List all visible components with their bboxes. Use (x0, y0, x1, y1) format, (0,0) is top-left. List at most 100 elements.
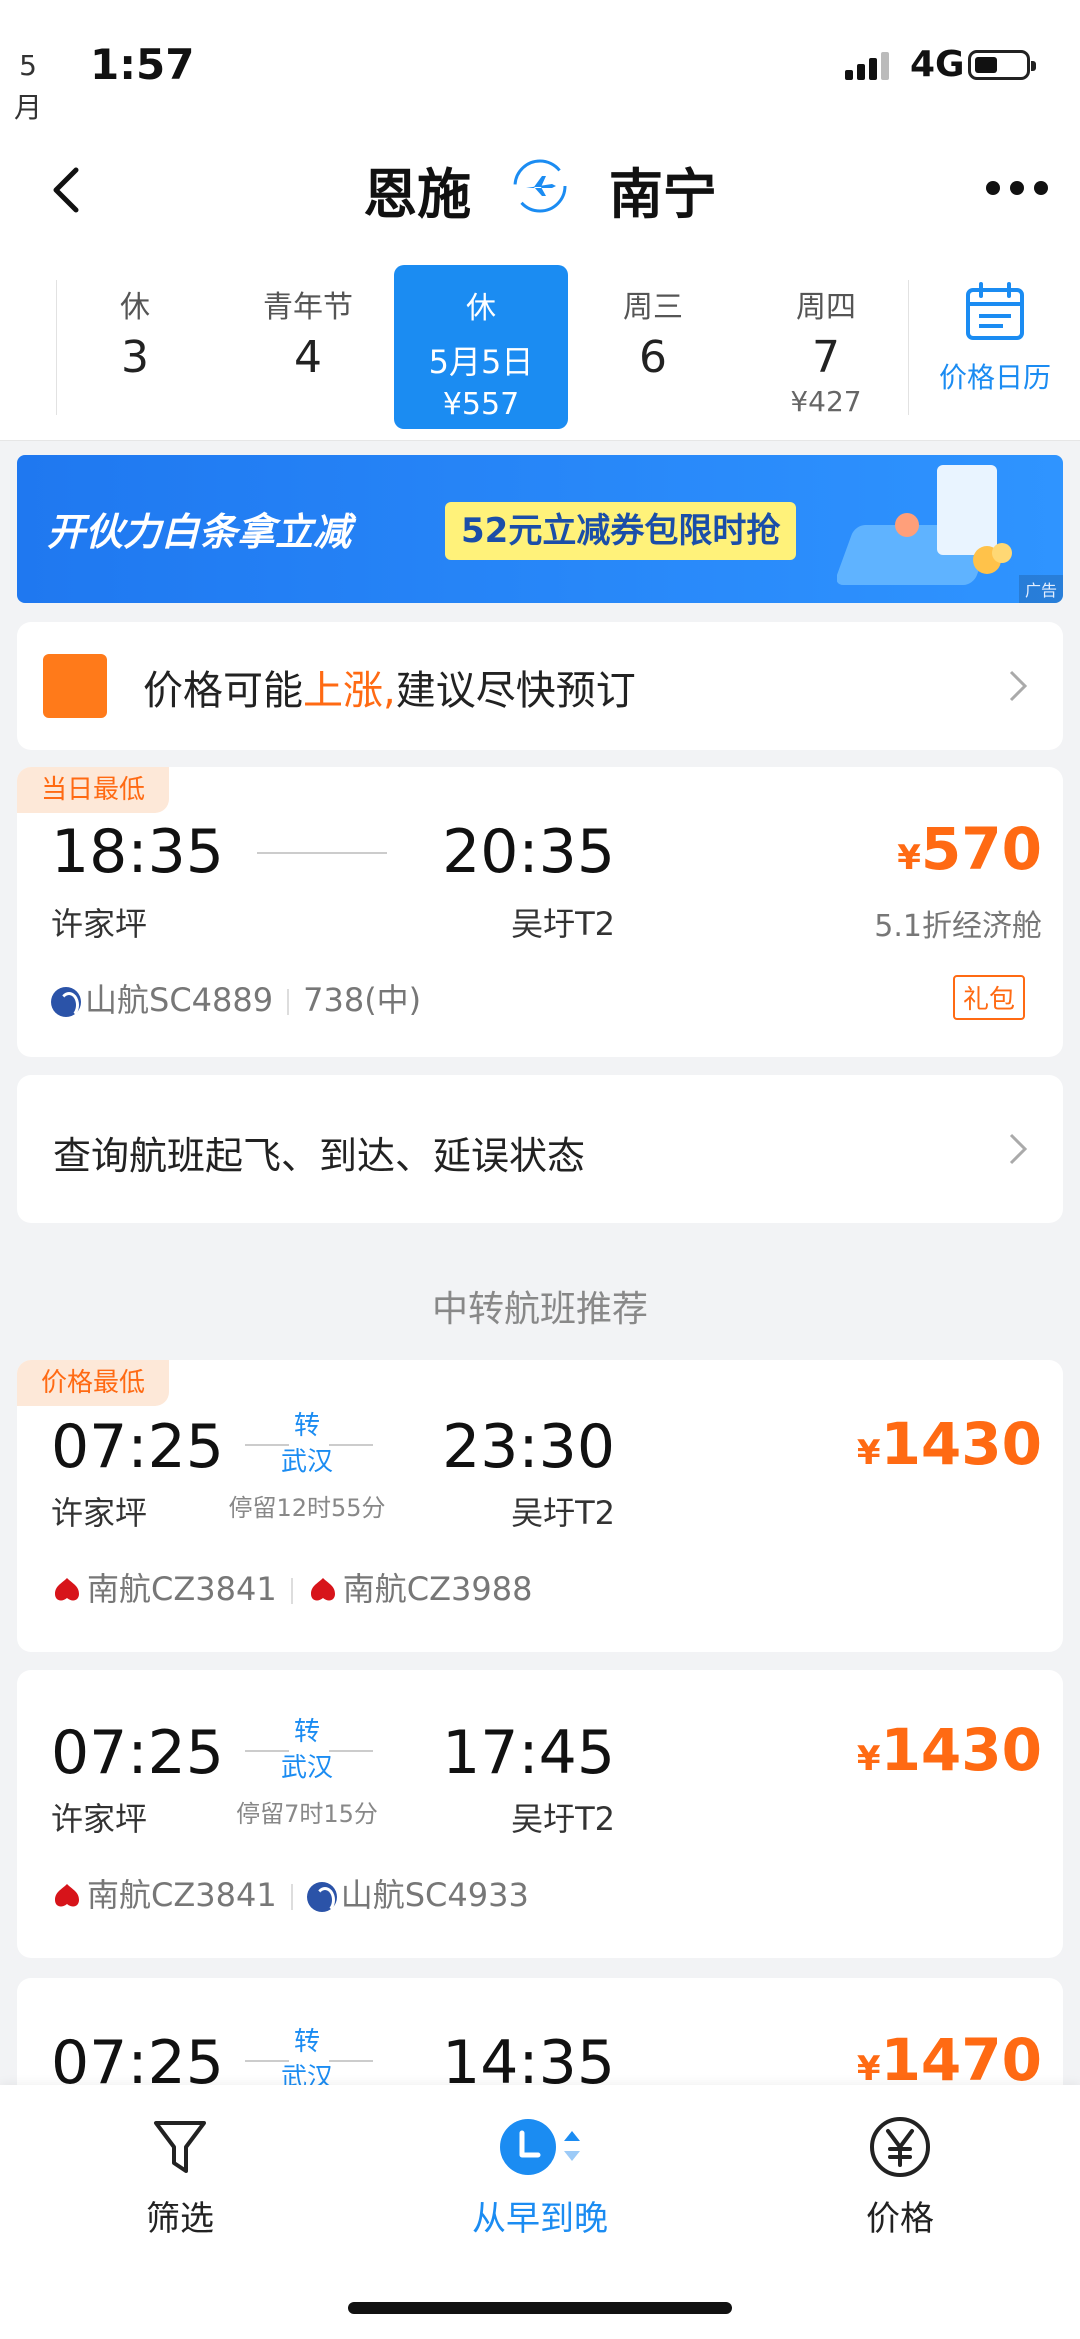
leg2-flight: 南航CZ3988 (342, 1570, 533, 1608)
departure-airport: 许家坪 (51, 1494, 148, 1532)
price-calendar-label: 价格日历 (938, 361, 1051, 394)
departure-airport: 许家坪 (51, 905, 148, 943)
date-number: 5月5日 (428, 343, 534, 381)
notice-text: 价格可能上涨,建议尽快预订 (143, 658, 636, 716)
chevron-right-icon (1009, 670, 1028, 702)
destination-city: 南宁 (608, 163, 717, 226)
price-value: 1430 (880, 1410, 1042, 1478)
china-southern-logo-icon (55, 1884, 79, 1907)
leg1-flight: 南航CZ3841 (87, 1876, 277, 1914)
leg2-flight: 山航SC4933 (340, 1876, 529, 1914)
price-value: 570 (920, 815, 1042, 883)
gift-badge: 礼包 (953, 975, 1026, 1020)
transfer-section-title: 中转航班推荐 (431, 1289, 648, 1330)
china-southern-logo-icon (310, 1578, 335, 1601)
origin-city: 恩施 (363, 163, 472, 226)
arrival-time: 23:30 (442, 1412, 615, 1482)
sort-time-tab[interactable]: 从早到晚 (390, 2115, 690, 2240)
date-item-3[interactable]: 休 3 (50, 282, 220, 383)
aircraft-type: 738(中) (303, 981, 422, 1019)
date-number: 4 (294, 332, 322, 383)
arrival-time: 20:35 (442, 817, 615, 887)
date-number: 7 (812, 332, 840, 383)
lowest-price-tag: 价格最低 (17, 1360, 170, 1406)
currency-symbol: ¥ (856, 2049, 881, 2089)
flight-price: ¥1430 (717, 1716, 1042, 1784)
network-label: 4G (910, 44, 965, 85)
arrival-airport: 吴圩T2 (511, 905, 615, 943)
flight-price: ¥1430 (717, 1410, 1042, 1478)
price-calendar-button[interactable]: 价格日历 (920, 280, 1070, 396)
chevron-right-icon (1009, 1133, 1028, 1165)
date-day-label: 青年节 (263, 290, 353, 325)
ad-label: 广告 (1018, 575, 1063, 603)
price-sort-tab[interactable]: 价格 (750, 2115, 1050, 2240)
arrival-time: 17:45 (442, 1718, 615, 1788)
signal-icon (845, 52, 889, 80)
filter-tab[interactable]: 筛选 (30, 2115, 330, 2240)
clock-sort-icon (500, 2119, 580, 2175)
flight-status-query-card[interactable]: 查询航班起飞、到达、延误状态 (17, 1075, 1063, 1223)
price-notice-card[interactable]: 价格可能上涨,建议尽快预订 (17, 622, 1063, 750)
sort-time-label: 从早到晚 (472, 2199, 608, 2239)
battery-icon (968, 50, 1036, 80)
bottom-toolbar: 筛选 从早到晚 价格 (0, 2085, 1080, 2339)
phone-illustration-icon (837, 465, 1012, 585)
date-item-6[interactable]: 周三 6 (568, 282, 738, 383)
currency-symbol: ¥ (897, 838, 921, 878)
back-icon[interactable] (40, 160, 100, 220)
airline-info: 南航CZ3841 南航CZ3988 (51, 1564, 532, 1610)
flight-number: 山航SC4889 (85, 981, 274, 1019)
date-number: 3 (121, 332, 149, 383)
notice-suffix: 建议尽快预订 (395, 668, 636, 714)
nav-header: 恩施 南宁 (0, 130, 1080, 260)
flight-price: ¥1470 (717, 2026, 1042, 2094)
date-number: 6 (639, 332, 667, 383)
date-day-label: 休 (120, 290, 150, 325)
date-day-label: 周四 (796, 290, 856, 325)
date-day-label: 休 (466, 291, 496, 326)
route-title: 恩施 南宁 (0, 150, 1080, 233)
arrival-airport: 吴圩T2 (511, 1800, 615, 1838)
arrival-airport: 吴圩T2 (511, 1494, 615, 1532)
flight-card-transfer[interactable]: 价格最低 07:25 转武汉 停留12时55分 23:30 许家坪 吴圩T2 ¥… (17, 1360, 1063, 1652)
date-item-7[interactable]: 周四 7 ¥427 (741, 282, 911, 418)
status-time: 1:57 (90, 40, 195, 89)
flight-price: ¥570 (717, 815, 1042, 883)
more-icon[interactable] (985, 178, 1049, 198)
airline-info: 山航SC4889 738(中) (51, 975, 421, 1021)
date-price: ¥427 (790, 385, 862, 418)
price-value: 1470 (880, 2026, 1042, 2094)
flight-card-transfer[interactable]: 07:25 转武汉 停留7时15分 17:45 许家坪 吴圩T2 ¥1430 南… (17, 1670, 1063, 1958)
plane-icon (512, 158, 568, 227)
banner-coupon: 52元立减券包限时抢 (445, 502, 797, 560)
flight-card-direct[interactable]: 当日最低 18:35 20:35 许家坪 吴圩T2 ¥570 5.1折经济舱 山… (17, 767, 1063, 1057)
departure-time: 07:25 (51, 1718, 224, 1788)
cabin-discount: 5.1折经济舱 (874, 909, 1042, 944)
banner-headline: 开伙力白条拿立减 (47, 510, 352, 554)
departure-airport: 许家坪 (51, 1800, 148, 1838)
date-day-label: 周三 (623, 290, 683, 325)
notice-icon (43, 654, 107, 718)
yen-icon (870, 2117, 930, 2177)
date-item-selected[interactable]: 休 5月5日 ¥557 (394, 265, 568, 429)
promo-banner[interactable]: 开伙力白条拿立减 52元立减券包限时抢 广告 (17, 455, 1063, 603)
leg1-flight: 南航CZ3841 (87, 1570, 277, 1608)
filter-label: 筛选 (146, 2199, 214, 2239)
currency-symbol: ¥ (856, 1739, 881, 1779)
currency-symbol: ¥ (856, 1433, 881, 1473)
month-label: 5月 (13, 49, 42, 124)
status-bar: 1:57 4G (0, 0, 1080, 130)
departure-time: 18:35 (51, 817, 224, 887)
price-value: 1430 (880, 1716, 1042, 1784)
price-label: 价格 (866, 2199, 934, 2239)
lowest-of-day-tag: 当日最低 (17, 767, 170, 813)
notice-highlight: 上涨, (303, 668, 396, 714)
departure-time: 07:25 (51, 1412, 224, 1482)
filter-icon (154, 2121, 206, 2173)
home-indicator (348, 2302, 732, 2314)
date-price: ¥557 (442, 387, 520, 422)
calendar-icon (966, 282, 1024, 340)
divider (908, 280, 909, 415)
date-item-4[interactable]: 青年节 4 (223, 282, 393, 383)
